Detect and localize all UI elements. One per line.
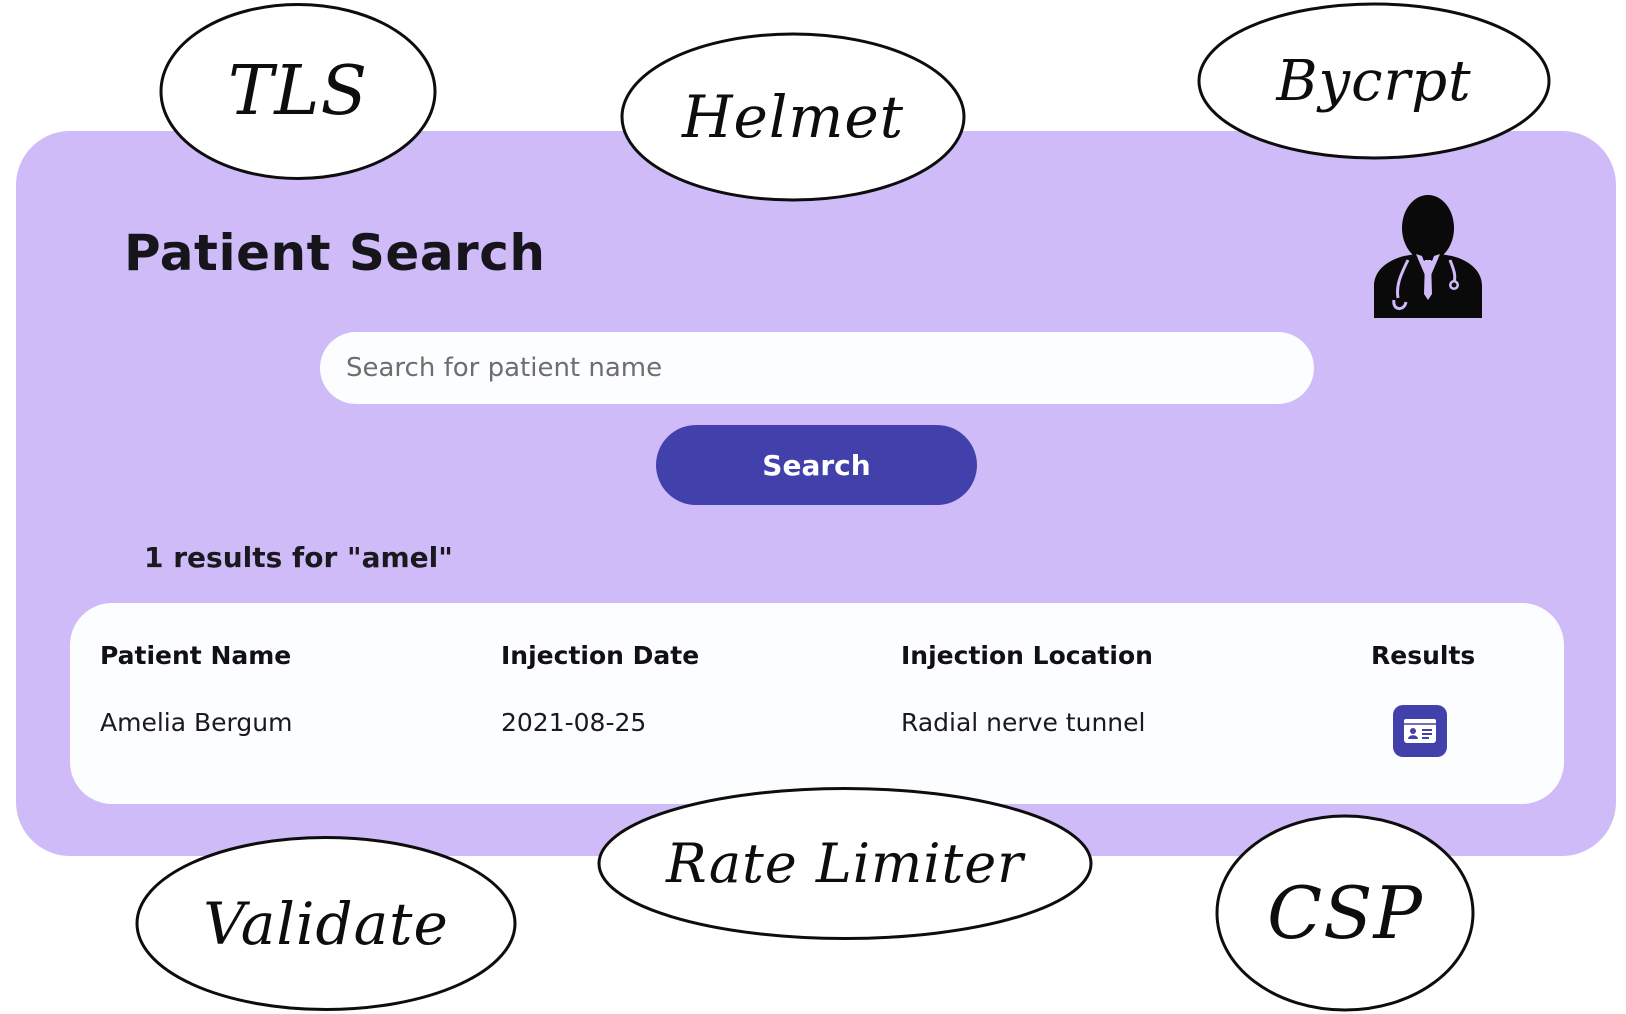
column-header-results: Results [1371, 641, 1476, 670]
annotation-bycrpt: Bycrpt [1197, 2, 1551, 160]
annotation-validate: Validate [135, 836, 517, 1011]
results-table: Patient Name Injection Date Injection Lo… [70, 603, 1564, 804]
column-header-injection-date: Injection Date [501, 641, 700, 670]
results-count: 1 results for "amel" [144, 541, 453, 574]
annotation-rate-limiter: Rate Limiter [597, 787, 1093, 940]
cell-patient-name: Amelia Bergum [100, 708, 293, 737]
annotation-tls: TLS [159, 3, 437, 180]
page-title: Patient Search [124, 224, 546, 282]
search-button[interactable]: Search [656, 425, 977, 505]
annotation-csp: CSP [1215, 814, 1475, 1012]
doctor-avatar-icon [1370, 190, 1486, 320]
annotation-helmet: Helmet [620, 32, 966, 202]
view-results-button[interactable] [1393, 705, 1447, 757]
id-card-icon [1404, 719, 1436, 743]
column-header-injection-location: Injection Location [901, 641, 1153, 670]
cell-injection-location: Radial nerve tunnel [901, 708, 1146, 737]
search-input[interactable] [320, 332, 1314, 404]
cell-injection-date: 2021-08-25 [501, 708, 647, 737]
column-header-patient-name: Patient Name [100, 641, 292, 670]
